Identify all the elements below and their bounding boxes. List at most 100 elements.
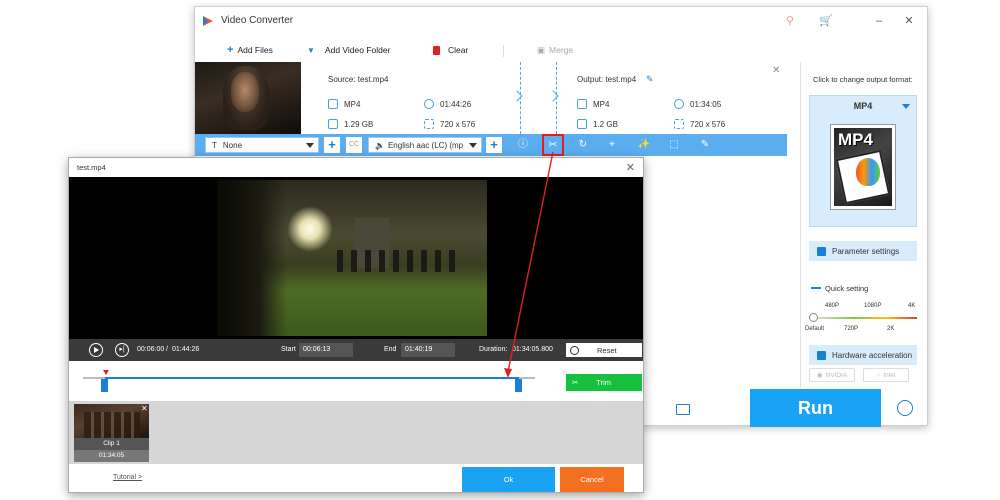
cart-icon[interactable]: 🛒 <box>819 14 833 28</box>
format-selector[interactable]: MP4 MP4 <box>809 95 917 227</box>
app-logo-icon <box>203 16 213 26</box>
dialog-title: test.mp4 <box>77 163 106 172</box>
intel-icon: ○ <box>876 371 881 379</box>
reset-button[interactable]: Reset <box>566 343 642 357</box>
sliders-icon <box>817 246 826 256</box>
add-video-folder-button[interactable]: ▼ Add Video Folder <box>307 43 390 57</box>
resolution-icon <box>424 119 434 129</box>
clear-label: Clear <box>448 45 469 55</box>
trim-button[interactable]: ✂ Trim <box>566 374 642 391</box>
tick-1080p: 1080P <box>864 303 882 309</box>
trim-timeline[interactable]: ✂ Trim <box>69 361 643 401</box>
source-resolution-value: 720 x 576 <box>440 119 476 129</box>
end-handle[interactable] <box>515 379 522 392</box>
mp4-format-icon: MP4 <box>830 124 896 210</box>
output-format-panel: Click to change output format: MP4 MP4 P… <box>800 62 927 387</box>
audio-track-select[interactable]: 🔉 English aac (LC) (mp <box>368 137 482 153</box>
quality-slider-track[interactable] <box>813 317 917 319</box>
timeline-selected-range <box>105 377 519 379</box>
crop-icon[interactable]: ⌖ <box>605 138 619 152</box>
clip-thumbnail <box>74 404 149 438</box>
start-handle[interactable] <box>101 379 108 392</box>
file-row: Source: test.mp4 MP4 01:44:26 1.29 GB 72… <box>195 62 800 134</box>
start-label: Start <box>281 346 296 353</box>
reset-label: Reset <box>597 345 617 355</box>
watermark-icon[interactable]: ⬚ <box>667 138 681 152</box>
duration-value: 01:34:05.800 <box>512 346 553 353</box>
intel-chip[interactable]: ○ Intel <box>863 368 909 382</box>
hardware-acceleration-button[interactable]: Hardware acceleration <box>809 345 917 365</box>
mp4-tile-text: MP4 <box>838 130 873 149</box>
dialog-close-icon[interactable]: ✕ <box>626 161 635 174</box>
alarm-clock-icon[interactable] <box>897 400 913 416</box>
source-duration: 01:44:26 <box>424 99 471 109</box>
output-duration: 01:34:05 <box>674 99 721 109</box>
clip-item[interactable]: ✕ Clip 1 01:34:05 <box>74 404 149 462</box>
video-thumbnail[interactable] <box>195 62 301 134</box>
remove-file-close-icon[interactable]: ✕ <box>772 65 780 76</box>
quality-slider-knob[interactable] <box>809 313 818 322</box>
cancel-button[interactable]: Cancel <box>560 467 624 492</box>
clips-list: ✕ Clip 1 01:34:05 <box>69 401 643 464</box>
trim-label: Trim <box>596 378 612 387</box>
end-label: End <box>384 346 397 353</box>
output-folder-icon[interactable] <box>676 404 690 415</box>
subtitle-select-value: None <box>222 140 243 150</box>
playhead-marker[interactable] <box>103 370 109 375</box>
run-button[interactable]: Run <box>750 389 881 427</box>
app-title: Video Converter <box>221 15 294 26</box>
minimize-button[interactable]: – <box>871 14 887 28</box>
end-time-input[interactable]: 01:40:19 <box>401 343 455 357</box>
rotate-icon[interactable]: ↻ <box>576 138 590 152</box>
info-icon[interactable]: ⓘ <box>516 138 530 152</box>
video-frame <box>217 180 487 336</box>
dropdown-triangle-icon: ▼ <box>307 45 315 55</box>
output-size-value: 1.2 GB <box>593 119 618 129</box>
output-resolution: 720 x 576 <box>674 119 725 129</box>
time-separator: / <box>166 346 168 353</box>
main-toolbar: + Add Files ▼ Add Video Folder Clear ▣ M… <box>195 39 927 61</box>
clip-duration: 01:34:05 <box>74 450 149 462</box>
tick-2k: 2K <box>887 326 895 332</box>
merge-button[interactable]: ▣ Merge <box>537 43 573 57</box>
nvidia-label: NVIDIA <box>825 371 848 379</box>
clip-name: Clip 1 <box>74 438 149 450</box>
source-size: 1.29 GB <box>328 119 373 129</box>
key-icon[interactable]: ⚲ <box>783 14 797 28</box>
close-button[interactable]: ✕ <box>901 14 917 28</box>
tick-720p: 720P <box>844 326 859 332</box>
nvidia-icon: ◉ <box>816 372 823 379</box>
nvidia-chip[interactable]: ◉ NVIDIA <box>809 368 855 382</box>
parameter-settings-button[interactable]: Parameter settings <box>809 241 917 261</box>
ok-button[interactable]: Ok <box>462 467 555 492</box>
chip-icon <box>817 350 826 360</box>
scissors-icon[interactable]: ✂ <box>542 134 564 156</box>
reset-icon <box>570 345 579 355</box>
toolbar-divider <box>503 45 504 57</box>
edit-icon[interactable]: ✎ <box>698 138 712 152</box>
next-frame-icon[interactable]: ▸| <box>115 343 129 357</box>
output-label: Output: test.mp4 <box>577 75 637 84</box>
add-files-label: Add Files <box>237 45 273 55</box>
plus-icon: + <box>227 44 234 56</box>
effects-icon[interactable]: ✨ <box>637 138 651 152</box>
remove-clip-close-icon[interactable]: ✕ <box>141 404 148 413</box>
add-subtitle-button[interactable]: + <box>324 137 340 153</box>
start-time-input[interactable]: 00:06:13 <box>299 343 353 357</box>
add-files-button[interactable]: + Add Files <box>227 43 273 57</box>
trim-dialog: test.mp4 ✕ ▸| 00:06:00 / 01:44:26 Start … <box>68 157 644 493</box>
duration-label: Duration: <box>479 346 508 353</box>
tutorial-link[interactable]: Tutorial > <box>113 474 142 481</box>
resolution-icon <box>674 119 684 129</box>
source-duration-value: 01:44:26 <box>440 99 472 109</box>
subtitle-select[interactable]: T None <box>205 137 319 153</box>
cc-button[interactable]: CC <box>346 137 362 153</box>
source-label: Source: test.mp4 <box>328 75 389 84</box>
source-size-value: 1.29 GB <box>344 119 374 129</box>
rename-pen-icon[interactable]: ✎ <box>646 74 654 85</box>
speaker-icon: 🔉 <box>375 140 385 150</box>
clear-button[interactable]: Clear <box>433 43 468 57</box>
chevron-down-icon <box>306 143 314 148</box>
add-audio-button[interactable]: + <box>486 137 502 153</box>
play-icon[interactable] <box>89 343 103 357</box>
